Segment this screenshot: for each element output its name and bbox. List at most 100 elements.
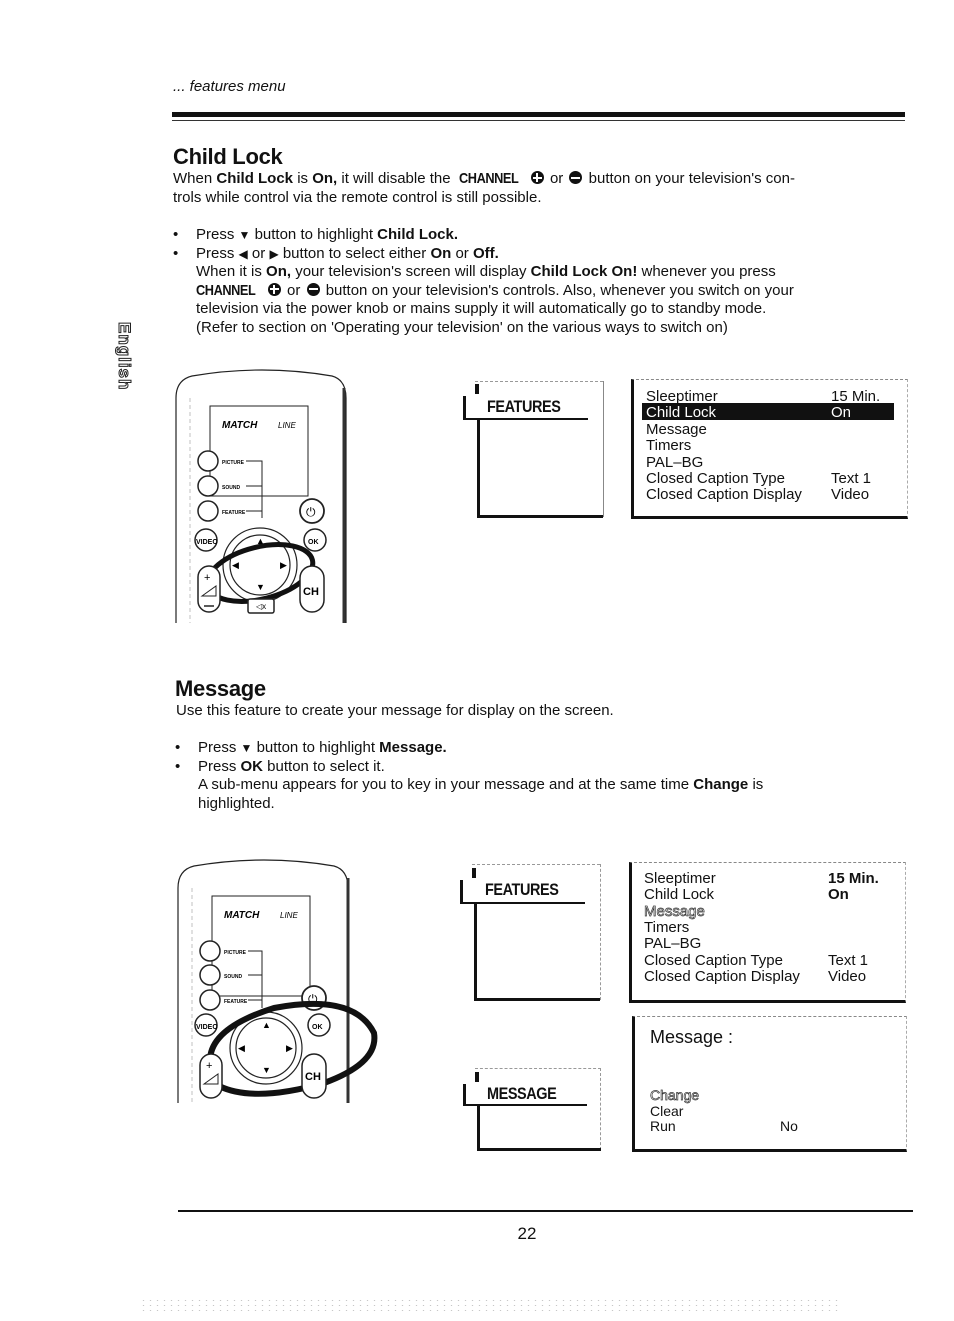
picture-label: PICTURE [222,460,245,466]
section-header: ... features menu [173,78,286,95]
svg-text:+: + [206,1060,212,1072]
svg-text:▲: ▲ [262,1020,271,1030]
text: button on your television's controls. Al… [321,281,794,299]
features-menu-2: Sleeptimer 15 Min. Child Lock On Message… [629,862,906,1003]
svg-text:▼: ▼ [256,582,265,592]
menu-item-child-lock[interactable]: Child Lock [644,886,714,903]
text: When [173,170,217,187]
channel-label: CHANNEL [458,170,519,187]
plus-circle-icon [530,171,544,184]
tab-top-edge [475,381,603,383]
submenu-item-change[interactable]: Change [650,1087,700,1104]
message-steps: • Press ▼ button to highlight Message. •… [175,739,875,813]
message-title: Message [175,676,266,701]
text: Press [196,226,235,243]
tab-marker [472,868,476,878]
bold-text: Child Lock [216,170,294,187]
menu-value-cc-type: Text 1 [828,952,869,969]
child-lock-intro: When Child Lock is On, it will disable t… [173,169,903,207]
bold-text: Message. [379,739,447,756]
page-number: 22 [517,1224,537,1243]
tab-top-edge [472,864,600,866]
menu-item-child-lock[interactable]: Child Lock [646,404,716,421]
menu-item-cc-type[interactable]: Closed Caption Type [644,952,783,969]
bold-text: Child Lock On! [530,263,638,281]
detail-line: CHANNEL or button on your television's c… [173,282,903,301]
video-label: VIDEO [196,539,218,546]
submenu-value-run: No [780,1118,798,1134]
brand-label: MATCH [224,910,260,921]
remote-control-illustration-2: ⏻ ▲ ▼ ◀ ▶ + CH VIDEO OK MATCH LINE PICTU… [174,858,384,1108]
menu-value-child-lock: On [831,404,852,421]
menu-value-child-lock: On [828,886,849,903]
svg-text:▼: ▼ [262,1065,271,1075]
down-triangle-icon: ▼ [240,741,253,755]
brand-label: MATCH [222,420,258,431]
power-icon: ⏻ [306,505,316,519]
minus-circle-icon [569,171,583,184]
menu-item-cc-display[interactable]: Closed Caption Display [644,968,800,985]
svg-text:▶: ▶ [286,1043,293,1053]
text: your television's screen will display [291,263,531,281]
sound-label: SOUND [224,974,242,980]
submenu-item-clear[interactable]: Clear [650,1103,683,1119]
tab-left-border [477,418,480,518]
features-tab-box: FEATURES [463,381,605,521]
menu-item-sleeptimer[interactable]: Sleeptimer [646,388,718,405]
message-submenu: Message : Change Clear Run No [632,1016,907,1152]
step-item: • Press ▼ button to highlight Message. [175,739,875,758]
features-menu-1: Sleeptimer 15 Min. Child Lock On Message… [631,379,908,519]
tab-top-edge [475,1068,601,1070]
text: or [247,244,270,262]
child-lock-steps: • Press ▼ button to highlight Child Lock… [173,226,903,338]
tab-left-border [474,902,477,1001]
detail-line: highlighted. [198,794,275,812]
bullet-dot: • [175,739,181,756]
svg-text:▶: ▶ [280,560,287,570]
text: Press [198,739,237,756]
menu-item-cc-display[interactable]: Closed Caption Display [646,486,802,503]
submenu-item-run[interactable]: Run [650,1118,676,1134]
menu-item-timers[interactable]: Timers [646,437,691,454]
menu-item-message[interactable]: Message [646,421,707,438]
menu-item-timers[interactable]: Timers [644,919,689,936]
step-item: • Press OK button to select it. [175,758,875,777]
picture-label: PICTURE [224,950,247,956]
text: or [282,281,305,299]
text: or [451,244,473,262]
menu-item-sleeptimer[interactable]: Sleeptimer [644,870,716,887]
header-rule [172,112,905,117]
menu-item-pal-bg[interactable]: PAL–BG [644,935,701,952]
text: it will disable the [337,170,455,187]
tab-left-border [477,1104,480,1151]
tab-bottom-border [477,1148,601,1151]
remote-control-illustration: ⏻ ▲ ▼ ◀ ▶ ◁x + CH VIDEO OK MATCH LINE PI… [172,368,357,623]
menu-item-pal-bg[interactable]: PAL–BG [646,454,703,471]
text: button to highlight [250,226,378,243]
language-label: English [115,322,135,391]
feature-label: FEATURE [224,999,248,1005]
message-submenu-title: Message : [650,1027,734,1047]
text: whenever you press [637,263,776,281]
svg-text:◀: ◀ [238,1043,245,1053]
footer-rule [178,1210,913,1212]
features-tab-label: FEATURES [485,880,559,899]
text: is [748,776,764,794]
menu-item-cc-type[interactable]: Closed Caption Type [646,470,785,487]
down-triangle-icon: ▼ [238,228,251,242]
svg-text:▲: ▲ [256,536,265,546]
sound-label: SOUND [222,485,240,491]
bold-text: On, [312,170,338,187]
bold-text: Child Lock. [377,226,459,243]
bold-text: Change [693,776,749,794]
tab-underline [460,902,585,904]
tab-underline [463,1104,587,1106]
text: button to select either [278,244,431,262]
menu-value-cc-display: Video [831,486,870,503]
step-item: • Press ▼ button to highlight Child Lock… [173,226,903,245]
remote-control-drawing: ⏻ ▲ ▼ ◀ ▶ ◁x + CH VIDEO OK MATCH LINE PI… [175,369,347,623]
menu-value-cc-display: Video [828,968,867,985]
bold-text: OK [240,757,264,775]
menu-item-message-highlighted[interactable]: Message [644,903,706,921]
text: Press [198,757,241,775]
